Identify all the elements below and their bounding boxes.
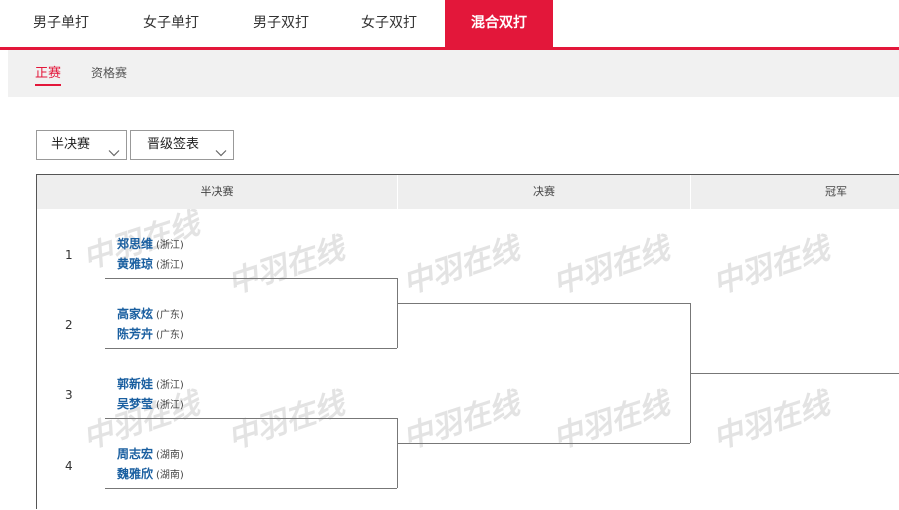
seed-number: 4 — [65, 459, 73, 473]
player-province: (浙江) — [156, 260, 184, 271]
tab-mens-singles[interactable]: 男子单打 — [20, 0, 102, 47]
seed-number: 3 — [65, 388, 73, 402]
player-entry: 魏雅欣 (湖南) — [117, 464, 184, 486]
player-link[interactable]: 陈芳卉 — [117, 327, 153, 341]
active-underline — [35, 84, 62, 86]
event-tabs: 男子单打 女子单打 男子双打 女子双打 混合双打 — [0, 0, 899, 50]
header-champion: 冠军 — [825, 185, 847, 198]
player-entry: 陈芳卉 (广东) — [117, 324, 184, 346]
bracket-connector — [397, 278, 398, 348]
header-final: 决赛 — [533, 185, 555, 198]
player-link[interactable]: 吴梦莹 — [117, 397, 153, 411]
bracket-line — [105, 278, 397, 279]
player-entry: 郑思维 (浙江) — [117, 234, 184, 256]
seed-number: 2 — [65, 318, 73, 332]
bracket-line — [105, 418, 397, 419]
chevron-down-icon — [108, 140, 120, 168]
bracket-line-champion — [690, 373, 899, 374]
view-select[interactable]: 晋级签表 — [130, 130, 234, 160]
player-link[interactable]: 魏雅欣 — [117, 467, 153, 481]
tab-mixed-doubles[interactable]: 混合双打 — [445, 0, 553, 47]
tab-womens-doubles[interactable]: 女子双打 — [348, 0, 430, 47]
player-province: (广东) — [156, 330, 184, 341]
bracket-connector — [397, 418, 398, 488]
player-province: (湖南) — [156, 450, 184, 461]
player-link[interactable]: 黄雅琼 — [117, 257, 153, 271]
watermark-text: 中羽在线 — [549, 385, 678, 457]
player-link[interactable]: 郑思维 — [117, 237, 153, 251]
bracket-header: 半决赛 决赛 冠军 — [37, 175, 899, 209]
watermark-text: 中羽在线 — [549, 230, 678, 302]
draw-bracket: 半决赛 决赛 冠军 中羽在线 中羽在线 中羽在线 中羽在线 中羽在线 中羽在线 … — [36, 174, 899, 509]
player-entry: 吴梦莹 (浙江) — [117, 394, 184, 416]
bracket-line-final — [397, 303, 690, 304]
player-province: (浙江) — [156, 380, 184, 391]
tab-womens-singles[interactable]: 女子单打 — [130, 0, 212, 47]
player-link[interactable]: 高家炫 — [117, 307, 153, 321]
player-province: (广东) — [156, 310, 184, 321]
bracket-line-final — [397, 443, 690, 444]
player-province: (浙江) — [156, 240, 184, 251]
player-entry: 郭新娃 (浙江) — [117, 374, 184, 396]
bracket-line — [105, 348, 397, 349]
tab-mens-doubles[interactable]: 男子双打 — [240, 0, 322, 47]
watermark-text: 中羽在线 — [399, 385, 528, 457]
player-link[interactable]: 周志宏 — [117, 447, 153, 461]
bracket-line — [105, 488, 397, 489]
view-select-value: 晋级签表 — [147, 137, 200, 152]
subtab-main-draw-label: 正赛 — [35, 66, 62, 81]
chevron-down-icon — [215, 140, 227, 168]
player-province: (湖南) — [156, 470, 184, 481]
round-select-value: 半决赛 — [51, 137, 91, 152]
watermark-text: 中羽在线 — [224, 230, 353, 302]
seed-number: 1 — [65, 248, 73, 262]
watermark-text: 中羽在线 — [709, 385, 838, 457]
header-semifinal: 半决赛 — [200, 185, 234, 198]
player-province: (浙江) — [156, 400, 184, 411]
subtab-main-draw[interactable]: 正赛 — [35, 50, 62, 97]
stage-subtabs: 正赛 资格赛 — [8, 50, 899, 97]
player-link[interactable]: 郭新娃 — [117, 377, 153, 391]
round-select[interactable]: 半决赛 — [36, 130, 127, 160]
player-entry: 高家炫 (广东) — [117, 304, 184, 326]
subtab-qualifying[interactable]: 资格赛 — [91, 50, 127, 97]
watermark-text: 中羽在线 — [709, 230, 838, 302]
player-entry: 周志宏 (湖南) — [117, 444, 184, 466]
watermark-text: 中羽在线 — [224, 385, 353, 457]
player-entry: 黄雅琼 (浙江) — [117, 254, 184, 276]
watermark-text: 中羽在线 — [399, 230, 528, 302]
